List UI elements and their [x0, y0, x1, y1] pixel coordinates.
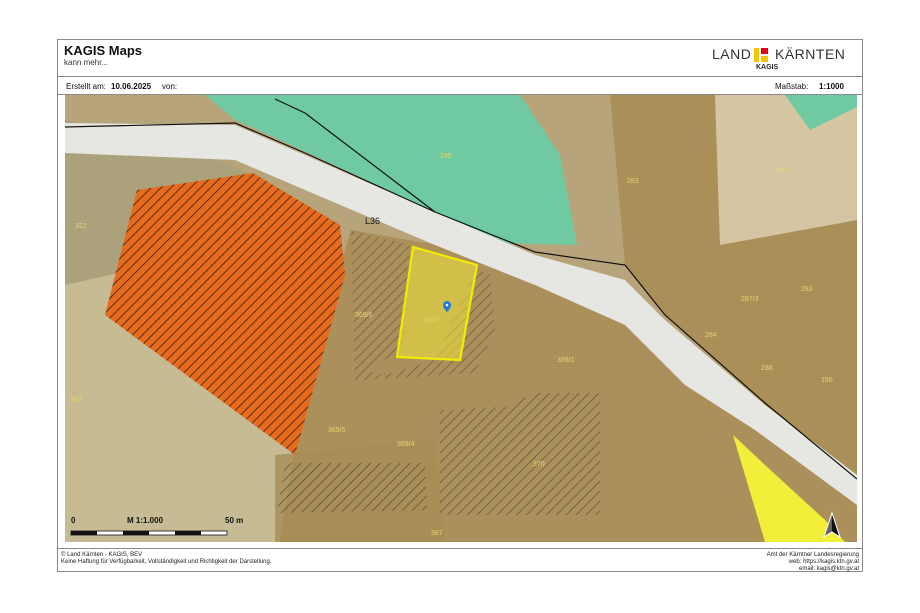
print-frame: KAGIS Maps kann mehr... LAND KÄRNTEN KAG… — [57, 39, 863, 572]
north-arrow-icon — [823, 511, 841, 539]
copyright-text: © Land Kärnten - KAGIS, BEV — [61, 552, 143, 558]
footer-right: Amt der Kärntner Landesregierung web: ht… — [767, 552, 859, 573]
parcel-label: 369/7 — [422, 317, 440, 324]
parcel-label: 322 — [75, 223, 87, 230]
land-kaernten-logo: LAND KÄRNTEN KAGIS — [712, 45, 852, 73]
parcel-label: 286 — [761, 365, 773, 372]
author-label: von: — [162, 82, 178, 91]
scale-value: 1:1000 — [819, 82, 844, 91]
hatched-area-east — [440, 393, 600, 515]
road-label: L36 — [365, 216, 380, 226]
parcel-label: 295 — [440, 153, 452, 160]
disclaimer-text: Keine Haftung für Verfügbarkeit, Vollstä… — [61, 559, 272, 565]
parcel-label: 362 — [70, 397, 82, 404]
authority-text: Amt der Kärntner Landesregierung — [766, 552, 859, 558]
logo-text-kaernten: KÄRNTEN — [775, 46, 846, 62]
scale-ratio: M 1:1.000 — [127, 516, 164, 525]
map-canvas[interactable]: L36 295 283 288 322 369/6 369/7 287/3 28… — [65, 95, 857, 542]
parcel-label: 283 — [801, 286, 813, 293]
created-label: Erstellt am: — [66, 82, 107, 91]
parcel-label: 369/4 — [397, 441, 415, 448]
scale-bar-graphic — [70, 530, 228, 536]
meta-bar: Erstellt am: 10.06.2025 von: Maßstab: 1:… — [58, 77, 862, 95]
map-view[interactable]: L36 295 283 288 322 369/6 369/7 287/3 28… — [65, 95, 857, 542]
parcel-label: 150 — [821, 377, 833, 384]
logo-text-kagis: KAGIS — [756, 64, 779, 71]
app-subtitle: kann mehr... — [64, 58, 109, 67]
logo-text-land: LAND — [712, 46, 752, 62]
parcel-label: 369/6 — [355, 312, 373, 319]
header: KAGIS Maps kann mehr... LAND KÄRNTEN KAG… — [58, 40, 862, 77]
parcel-label: 283 — [627, 178, 639, 185]
app-title: KAGIS Maps — [64, 43, 143, 58]
hatched-area-south — [277, 463, 427, 513]
created-date: 10.06.2025 — [111, 82, 152, 91]
parcel-label: 369/1 — [557, 357, 575, 364]
email-link[interactable]: email: kagis@ktn.gv.at — [767, 566, 859, 573]
parcel-label: 387 — [431, 530, 443, 537]
parcel-label: 288 — [777, 168, 789, 175]
scale-end: 50 m — [225, 516, 244, 525]
footer-left: © Land Kärnten - KAGIS, BEV Keine Haftun… — [61, 552, 271, 566]
parcel-label: 287/3 — [741, 296, 759, 303]
scale-label: Maßstab: — [775, 82, 809, 91]
scale-start: 0 — [71, 516, 76, 525]
web-link[interactable]: web: https://kagis.ktn.gv.at — [767, 559, 859, 566]
parcel-label: 369/5 — [328, 427, 346, 434]
footer: © Land Kärnten - KAGIS, BEV Keine Haftun… — [58, 548, 862, 573]
parcel-label: 284 — [705, 332, 717, 339]
scale-bar: 0 M 1:1.000 50 m — [69, 513, 249, 541]
logo-mark-icon — [754, 48, 768, 62]
parcel-label: 370 — [533, 461, 545, 468]
